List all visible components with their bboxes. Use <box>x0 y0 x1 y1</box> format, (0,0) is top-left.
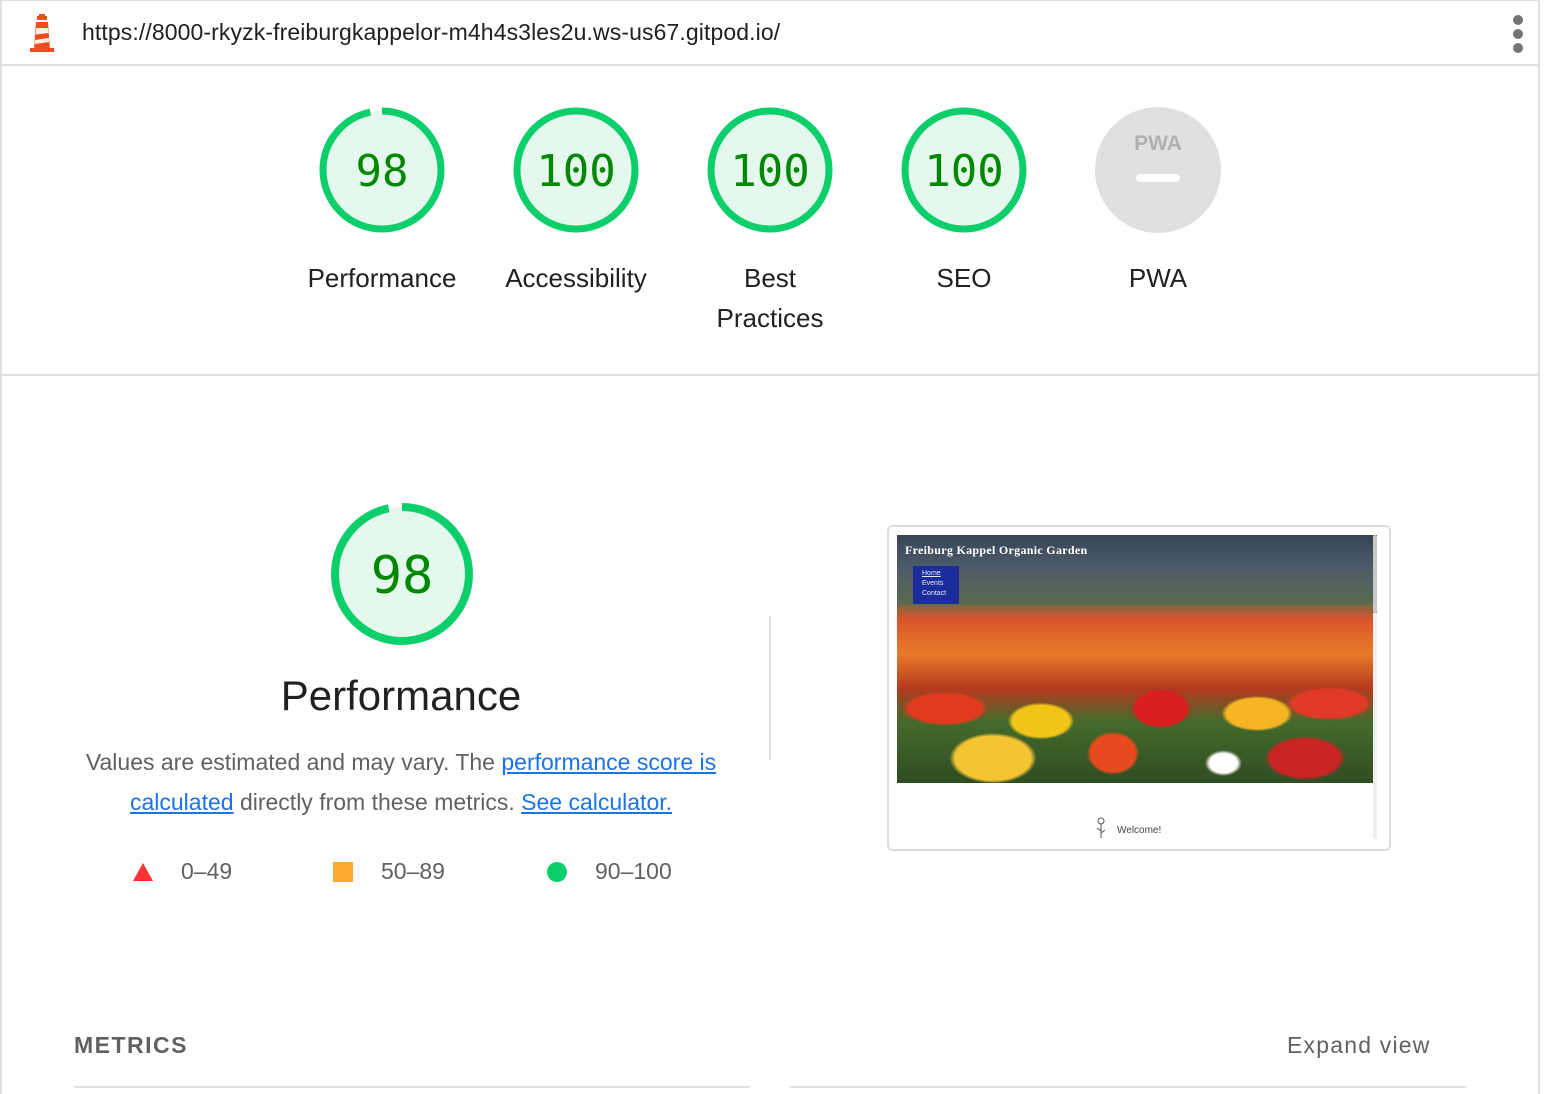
expand-view-button[interactable]: Expand view <box>1287 1032 1431 1059</box>
metrics-heading: METRICS <box>74 1032 188 1058</box>
gauge-ring: 100 <box>513 107 639 233</box>
gauge-score: 100 <box>730 146 809 197</box>
site-title: Freiburg Kappel Organic Garden <box>905 543 1088 557</box>
performance-score-gauge: 98 <box>331 503 473 645</box>
pwa-badge: PWA <box>1134 132 1182 155</box>
legend-range: 50–89 <box>381 858 445 884</box>
final-screenshot[interactable]: Freiburg Kappel Organic Garden Home Even… <box>887 525 1391 851</box>
gauge-best-practices[interactable]: 100 Best Practices <box>680 104 860 338</box>
legend-range: 90–100 <box>595 858 672 884</box>
desc-text: Values are estimated and may vary. The <box>85 749 502 775</box>
gauge-seo[interactable]: 100 SEO <box>874 104 1054 298</box>
top-bar: https://8000-rkyzk-freiburgkappelor-m4h4… <box>0 0 1540 66</box>
metrics-divider <box>74 1086 750 1088</box>
gauge-label: PWA <box>1128 263 1188 293</box>
nav-item: Home <box>922 570 941 577</box>
gauge-label: Best Practices <box>716 263 824 333</box>
gauge-score: 100 <box>924 146 1003 197</box>
gauge-score: 100 <box>536 146 615 197</box>
site-nav: Home Events Contact <box>913 566 959 604</box>
gauge-label: Performance <box>307 263 457 293</box>
welcome-text: Welcome! <box>1117 825 1162 836</box>
performance-title: Performance <box>280 672 522 719</box>
see-calculator-link[interactable]: See calculator. <box>521 789 672 815</box>
gauge-performance[interactable]: 98 Performance <box>292 104 472 298</box>
gauge-label: SEO <box>936 263 992 293</box>
nav-item: Contact <box>922 590 947 597</box>
legend-average: 50–89 <box>333 858 445 885</box>
legend-range: 0–49 <box>181 858 233 884</box>
scrollbar-track <box>1373 613 1377 839</box>
gauge-label: Accessibility <box>505 263 647 293</box>
report-url: https://8000-rkyzk-freiburgkappelor-m4h4… <box>82 19 781 45</box>
divider <box>769 616 771 760</box>
performance-description: Values are estimated and may vary. The p… <box>60 742 742 822</box>
nav-item: Events <box>922 580 944 587</box>
pwa-icon: PWA <box>1095 107 1221 233</box>
lighthouse-icon <box>30 14 54 52</box>
performance-score: 98 <box>371 546 434 606</box>
gauge-ring: 100 <box>707 107 833 233</box>
metrics-divider <box>790 1086 1466 1088</box>
kebab-menu-icon[interactable] <box>1506 14 1530 54</box>
square-icon <box>333 861 353 882</box>
circle-icon <box>547 861 567 882</box>
score-legend: 0–49 50–89 90–100 <box>0 858 800 888</box>
category-gauges: 98 Performance 100 Accessibility 100 Bes… <box>0 66 1540 376</box>
gauge-ring: 98 <box>319 107 445 233</box>
triangle-icon <box>133 862 153 881</box>
gauge-ring: 100 <box>901 107 1027 233</box>
legend-fail: 0–49 <box>133 858 232 885</box>
gauge-accessibility[interactable]: 100 Accessibility <box>486 104 666 298</box>
performance-section: 98 Performance Values are estimated and … <box>0 376 1540 1094</box>
screenshot-hero-image: Freiburg Kappel Organic Garden Home Even… <box>897 535 1377 783</box>
gauge-pwa[interactable]: PWA PWA <box>1068 104 1248 298</box>
legend-pass: 90–100 <box>547 858 672 885</box>
gauge-score: 98 <box>356 146 409 197</box>
scrollbar-thumb <box>1373 535 1377 613</box>
flower-icon <box>1096 817 1106 838</box>
desc-text: directly from these metrics. <box>233 789 522 815</box>
